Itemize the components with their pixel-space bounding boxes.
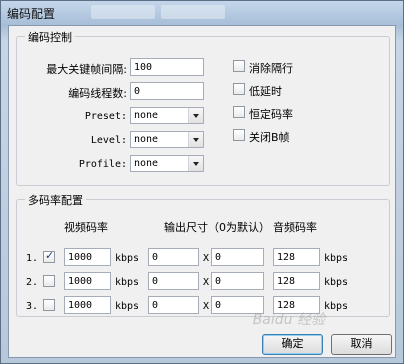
ok-button[interactable]: 确定 xyxy=(262,334,323,355)
width-input[interactable] xyxy=(148,248,199,266)
disable-bframes-checkbox[interactable] xyxy=(233,129,245,141)
audio-bitrate-input[interactable] xyxy=(273,248,320,266)
title-bar[interactable]: 编码配置 xyxy=(1,1,403,25)
low-latency-checkbox[interactable] xyxy=(233,83,245,95)
width-input[interactable] xyxy=(148,272,199,290)
row-enable-checkbox[interactable] xyxy=(43,275,55,287)
level-label: Level: xyxy=(90,135,127,146)
audio-bitrate-input[interactable] xyxy=(273,272,320,290)
row-index: 3. xyxy=(26,301,39,312)
dialog-content: 编码控制 最大关键帧间隔: 编码线程数: Preset: none Level:… xyxy=(8,25,396,358)
group-title-multirate: 多码率配置 xyxy=(25,192,86,208)
deinterlace-label: 消除隔行 xyxy=(249,62,293,75)
disable-bframes-label: 关闭B帧 xyxy=(249,131,290,144)
watermark: Baidu 经验 xyxy=(252,312,325,328)
col-output-size: 输出尺寸（0为默认） xyxy=(164,221,270,234)
height-input[interactable] xyxy=(211,248,264,266)
level-value: none xyxy=(134,134,159,145)
preset-select[interactable]: none xyxy=(130,107,204,124)
row-enable-checkbox[interactable] xyxy=(43,249,55,263)
size-separator: X xyxy=(203,301,210,312)
encode-threads-label: 编码线程数: xyxy=(68,87,127,100)
low-latency-label: 低延时 xyxy=(249,85,282,98)
audio-unit: kbps xyxy=(324,301,349,312)
audio-unit: kbps xyxy=(324,253,349,264)
encode-threads-input[interactable] xyxy=(130,82,204,100)
group-title-encoding: 编码控制 xyxy=(25,29,75,45)
col-audio-bitrate: 音频码率 xyxy=(273,221,317,234)
preset-label: Preset: xyxy=(84,111,127,122)
chevron-down-icon[interactable] xyxy=(188,156,203,171)
background-tab xyxy=(91,5,155,19)
chevron-down-icon[interactable] xyxy=(188,108,203,123)
deinterlace-checkbox[interactable] xyxy=(233,60,245,72)
video-unit: kbps xyxy=(115,277,140,288)
dialog-window: 编码配置 编码控制 最大关键帧间隔: 编码线程数: Preset: none L… xyxy=(0,0,404,364)
row-index: 2. xyxy=(26,277,39,288)
preset-value: none xyxy=(134,110,159,121)
col-video-bitrate: 视频码率 xyxy=(64,221,108,234)
constant-bitrate-checkbox[interactable] xyxy=(233,106,245,118)
video-bitrate-input[interactable] xyxy=(64,248,111,266)
audio-unit: kbps xyxy=(324,277,349,288)
video-unit: kbps xyxy=(115,301,140,312)
size-separator: X xyxy=(203,253,210,264)
window-title: 编码配置 xyxy=(7,7,56,21)
video-bitrate-input[interactable] xyxy=(64,296,111,314)
cancel-button[interactable]: 取消 xyxy=(331,334,392,355)
profile-select[interactable]: none xyxy=(130,155,204,172)
chevron-down-icon[interactable] xyxy=(188,132,203,147)
constant-bitrate-label: 恒定码率 xyxy=(249,108,293,121)
level-select[interactable]: none xyxy=(130,131,204,148)
height-input[interactable] xyxy=(211,272,264,290)
max-keyframe-interval-input[interactable] xyxy=(130,58,204,76)
width-input[interactable] xyxy=(148,296,199,314)
row-enable-checkbox[interactable] xyxy=(43,299,55,311)
max-keyframe-interval-label: 最大关键帧间隔: xyxy=(46,63,127,76)
background-tab xyxy=(161,5,225,19)
profile-value: none xyxy=(134,158,159,169)
video-bitrate-input[interactable] xyxy=(64,272,111,290)
video-unit: kbps xyxy=(115,253,140,264)
size-separator: X xyxy=(203,277,210,288)
row-index: 1. xyxy=(26,253,39,264)
profile-label: Profile: xyxy=(78,159,127,170)
